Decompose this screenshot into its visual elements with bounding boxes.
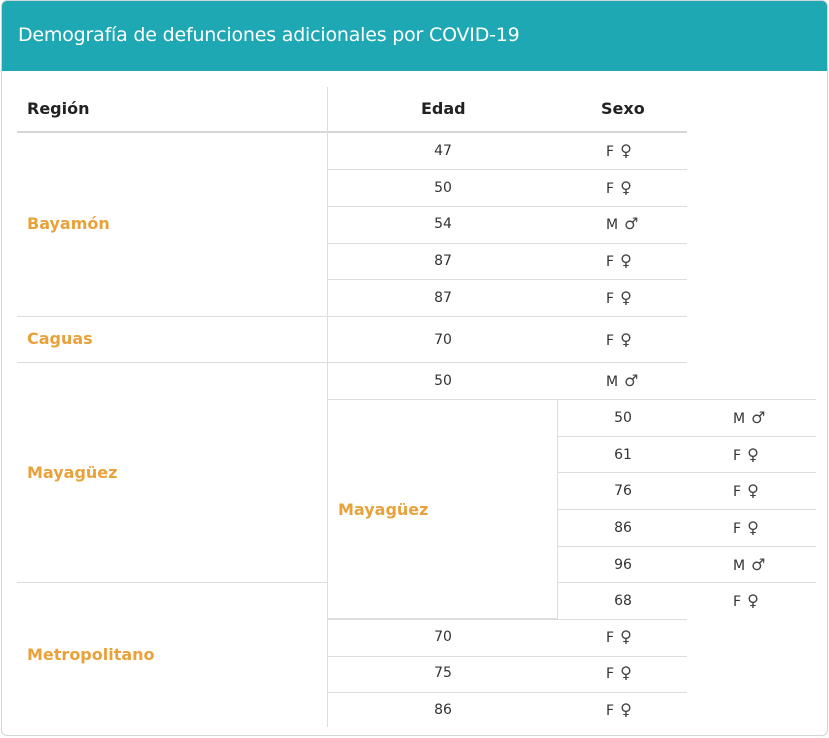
female-icon: ♀ xyxy=(620,251,632,270)
table-row-4-edad: 87 xyxy=(434,290,452,306)
header-region: Región xyxy=(27,99,90,118)
female-icon: ♀ xyxy=(620,141,632,160)
table-row-3-edad: 87 xyxy=(434,253,452,269)
table-row-7-sexo: F ♀ xyxy=(606,628,632,647)
female-icon: ♀ xyxy=(747,518,759,537)
sex-label: F xyxy=(606,630,615,646)
row-divider-4 xyxy=(328,316,687,317)
header-edad: Edad xyxy=(421,99,466,118)
female-icon: ♀ xyxy=(747,481,759,500)
female-icon: ♀ xyxy=(620,288,632,307)
region-divider-2 xyxy=(17,582,328,583)
region-caguas: Caguas xyxy=(27,329,93,348)
sex-label: F xyxy=(733,521,742,537)
table-row-8-sexo: F ♀ xyxy=(606,664,632,683)
table-row-0-edad: 47 xyxy=(434,143,452,159)
sex-label: F xyxy=(733,594,742,610)
table-row-6-edad: 50 xyxy=(434,373,452,389)
subrow-divider-3 xyxy=(558,546,816,547)
card-title: Demografía de defunciones adicionales po… xyxy=(18,24,520,46)
table-row-2-sexo: M ♂ xyxy=(606,215,638,234)
subrow-divider-2 xyxy=(558,509,816,510)
header-divider xyxy=(17,131,687,133)
subtable-row-3-sexo: F ♀ xyxy=(733,519,759,538)
row-divider-8 xyxy=(328,656,687,657)
table-row-3-sexo: F ♀ xyxy=(606,252,632,271)
region-divider-1 xyxy=(17,362,328,363)
row-divider-1 xyxy=(328,206,687,207)
subtable-top-divider xyxy=(328,399,816,400)
female-icon: ♀ xyxy=(620,700,632,719)
female-icon: ♀ xyxy=(747,445,759,464)
female-icon: ♀ xyxy=(620,663,632,682)
sex-label: F xyxy=(606,144,615,160)
female-icon: ♀ xyxy=(747,591,759,610)
subrow-divider-1 xyxy=(558,472,816,473)
row-divider-3 xyxy=(328,279,687,280)
region-mayaguez: Mayagüez xyxy=(27,463,118,482)
sex-label: M xyxy=(606,374,619,390)
subtable-row-5-sexo: F ♀ xyxy=(733,592,759,611)
male-icon: ♂ xyxy=(624,371,639,390)
subrow-divider-0 xyxy=(558,436,816,437)
female-icon: ♀ xyxy=(620,627,632,646)
sex-label: M xyxy=(606,217,619,233)
subtable-row-5-edad: 68 xyxy=(614,593,632,609)
row-divider-0 xyxy=(328,169,687,170)
region-bayamon: Bayamón xyxy=(27,214,110,233)
subtable-row-2-sexo: F ♀ xyxy=(733,482,759,501)
subregion-mayaguez: Mayagüez xyxy=(338,500,429,519)
subtable-row-3-edad: 86 xyxy=(614,520,632,536)
sex-label: F xyxy=(733,448,742,464)
region-metropolitano: Metropolitano xyxy=(27,645,155,664)
column-divider-subregion xyxy=(557,399,558,619)
table-row-1-edad: 50 xyxy=(434,180,452,196)
sex-label: M xyxy=(733,558,746,574)
row-divider-9 xyxy=(328,692,687,693)
row-divider-5 xyxy=(328,362,687,363)
sex-label: F xyxy=(606,666,615,682)
sex-label: F xyxy=(606,181,615,197)
male-icon: ♂ xyxy=(751,555,766,574)
table-row-6-sexo: M ♂ xyxy=(606,372,638,391)
table-row-4-sexo: F ♀ xyxy=(606,289,632,308)
column-divider-region xyxy=(327,87,328,727)
table-row-7-edad: 70 xyxy=(434,629,452,645)
card-header: Demografía de defunciones adicionales po… xyxy=(2,1,827,71)
table-row-0-sexo: F ♀ xyxy=(606,142,632,161)
table-row-1-sexo: F ♀ xyxy=(606,179,632,198)
header-sexo: Sexo xyxy=(601,99,645,118)
subtable-row-4-edad: 96 xyxy=(614,557,632,573)
sex-label: F xyxy=(606,703,615,719)
subrow-divider-4 xyxy=(558,582,816,583)
subtable-row-1-sexo: F ♀ xyxy=(733,446,759,465)
female-icon: ♀ xyxy=(620,330,632,349)
table-row-8-edad: 75 xyxy=(434,665,452,681)
table-row-9-sexo: F ♀ xyxy=(606,701,632,720)
subtable-row-4-sexo: M ♂ xyxy=(733,556,765,575)
row-divider-7 xyxy=(328,619,687,620)
table-row-9-edad: 86 xyxy=(434,702,452,718)
sex-label: F xyxy=(733,484,742,500)
demographics-card: Demografía de defunciones adicionales po… xyxy=(1,0,828,736)
table-row-2-edad: 54 xyxy=(434,216,452,232)
table-row-5-sexo: F ♀ xyxy=(606,331,632,350)
subtable-bottom-divider xyxy=(328,618,558,619)
subtable-row-2-edad: 76 xyxy=(614,483,632,499)
female-icon: ♀ xyxy=(620,178,632,197)
male-icon: ♂ xyxy=(624,214,639,233)
row-divider-2 xyxy=(328,243,687,244)
sex-label: F xyxy=(606,254,615,270)
male-icon: ♂ xyxy=(751,408,766,427)
subtable-row-0-edad: 50 xyxy=(614,410,632,426)
table-row-5-edad: 70 xyxy=(434,332,452,348)
sex-label: M xyxy=(733,411,746,427)
sex-label: F xyxy=(606,333,615,349)
subtable-row-1-edad: 61 xyxy=(614,447,632,463)
region-divider-0 xyxy=(17,316,328,317)
sex-label: F xyxy=(606,291,615,307)
subtable-row-0-sexo: M ♂ xyxy=(733,409,765,428)
